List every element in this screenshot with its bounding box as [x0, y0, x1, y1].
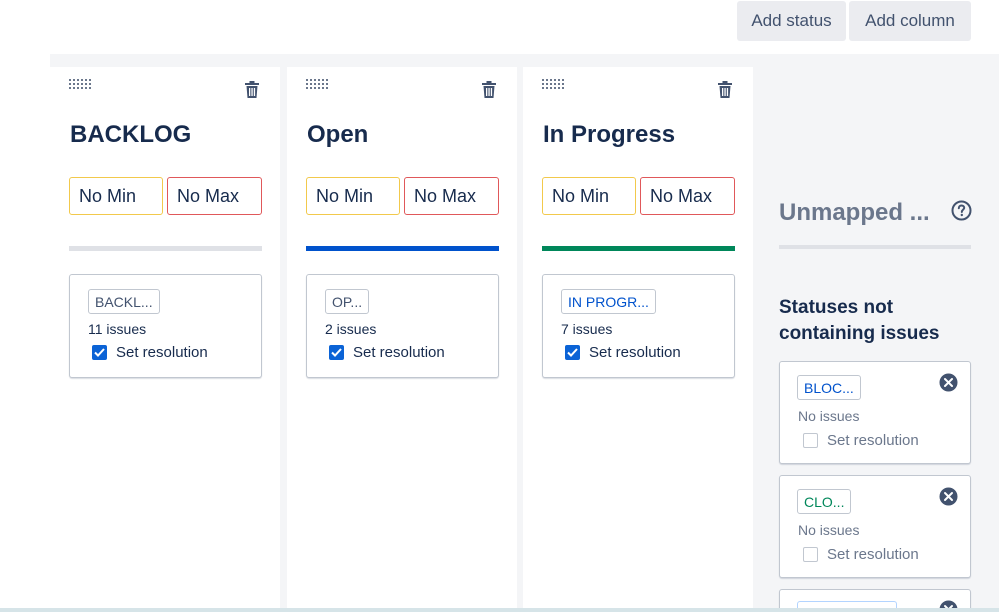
checkmark-icon[interactable]	[565, 345, 580, 360]
column-title[interactable]: BACKLOG	[70, 121, 191, 149]
add-status-button[interactable]: Add status	[737, 1, 846, 41]
unmapped-bar	[779, 245, 971, 249]
drag-handle-icon[interactable]	[306, 79, 330, 91]
status-lozenge: OP...	[325, 289, 370, 314]
issue-count: 7 issues	[561, 321, 613, 337]
remove-circle-icon[interactable]	[939, 373, 958, 392]
checkbox-icon[interactable]	[803, 433, 818, 448]
set-resolution-label: Set resolution	[827, 432, 919, 449]
set-resolution-checkbox[interactable]: Set resolution	[565, 344, 681, 361]
max-limit-input[interactable]: No Max	[167, 177, 262, 215]
unmapped-status-card[interactable]: CLO... No issues Set resolution	[779, 475, 971, 578]
status-lozenge: BACKL...	[88, 289, 160, 314]
set-resolution-label: Set resolution	[353, 344, 445, 361]
status-lozenge: CLO...	[797, 489, 852, 514]
add-column-button[interactable]: Add column	[849, 1, 971, 41]
status-card[interactable]: OP... 2 issues Set resolution	[306, 274, 499, 378]
trash-icon[interactable]	[245, 81, 259, 98]
max-limit-input[interactable]: No Max	[404, 177, 499, 215]
column-title[interactable]: Open	[307, 121, 368, 149]
question-circle-icon[interactable]	[951, 200, 972, 221]
status-lozenge: IN PROGR...	[561, 289, 656, 314]
status-lozenge: BLOC...	[797, 375, 861, 400]
horizontal-scrollbar[interactable]	[0, 608, 999, 612]
set-resolution-checkbox[interactable]: Set resolution	[329, 344, 445, 361]
set-resolution-label: Set resolution	[116, 344, 208, 361]
status-card[interactable]: BACKL... 11 issues Set resolution	[69, 274, 262, 378]
drag-handle-icon[interactable]	[542, 79, 566, 91]
min-limit-input[interactable]: No Min	[69, 177, 163, 215]
issue-count: No issues	[798, 408, 860, 424]
column-in-progress[interactable]: In Progress No Min No Max IN PROGR... 7 …	[523, 67, 753, 612]
column-category-bar	[69, 246, 262, 251]
column-category-bar	[306, 246, 499, 251]
set-resolution-label: Set resolution	[827, 546, 919, 563]
issue-count: No issues	[798, 522, 860, 538]
checkmark-icon[interactable]	[92, 345, 107, 360]
set-resolution-checkbox[interactable]: Set resolution	[803, 432, 919, 449]
issue-count: 11 issues	[88, 321, 147, 337]
checkbox-icon[interactable]	[803, 547, 818, 562]
trash-icon[interactable]	[718, 81, 732, 98]
column-category-bar	[542, 246, 735, 251]
issue-count: 2 issues	[325, 321, 377, 337]
set-resolution-checkbox[interactable]: Set resolution	[803, 546, 919, 563]
unmapped-title: Unmapped ...	[779, 199, 930, 226]
column-backlog[interactable]: BACKLOG No Min No Max BACKL... 11 issues…	[50, 67, 280, 612]
max-limit-input[interactable]: No Max	[640, 177, 735, 215]
set-resolution-label: Set resolution	[589, 344, 681, 361]
unmapped-subtitle: Statuses not containing issues	[779, 297, 940, 344]
remove-circle-icon[interactable]	[939, 487, 958, 506]
trash-icon[interactable]	[482, 81, 496, 98]
status-card[interactable]: IN PROGR... 7 issues Set resolution	[542, 274, 735, 378]
min-limit-input[interactable]: No Min	[306, 177, 400, 215]
column-title[interactable]: In Progress	[543, 121, 675, 149]
set-resolution-checkbox[interactable]: Set resolution	[92, 344, 208, 361]
column-open[interactable]: Open No Min No Max OP... 2 issues Set re…	[287, 67, 517, 612]
checkmark-icon[interactable]	[329, 345, 344, 360]
min-limit-input[interactable]: No Min	[542, 177, 636, 215]
unmapped-status-card[interactable]: BLOC... No issues Set resolution	[779, 361, 971, 464]
drag-handle-icon[interactable]	[69, 79, 93, 91]
